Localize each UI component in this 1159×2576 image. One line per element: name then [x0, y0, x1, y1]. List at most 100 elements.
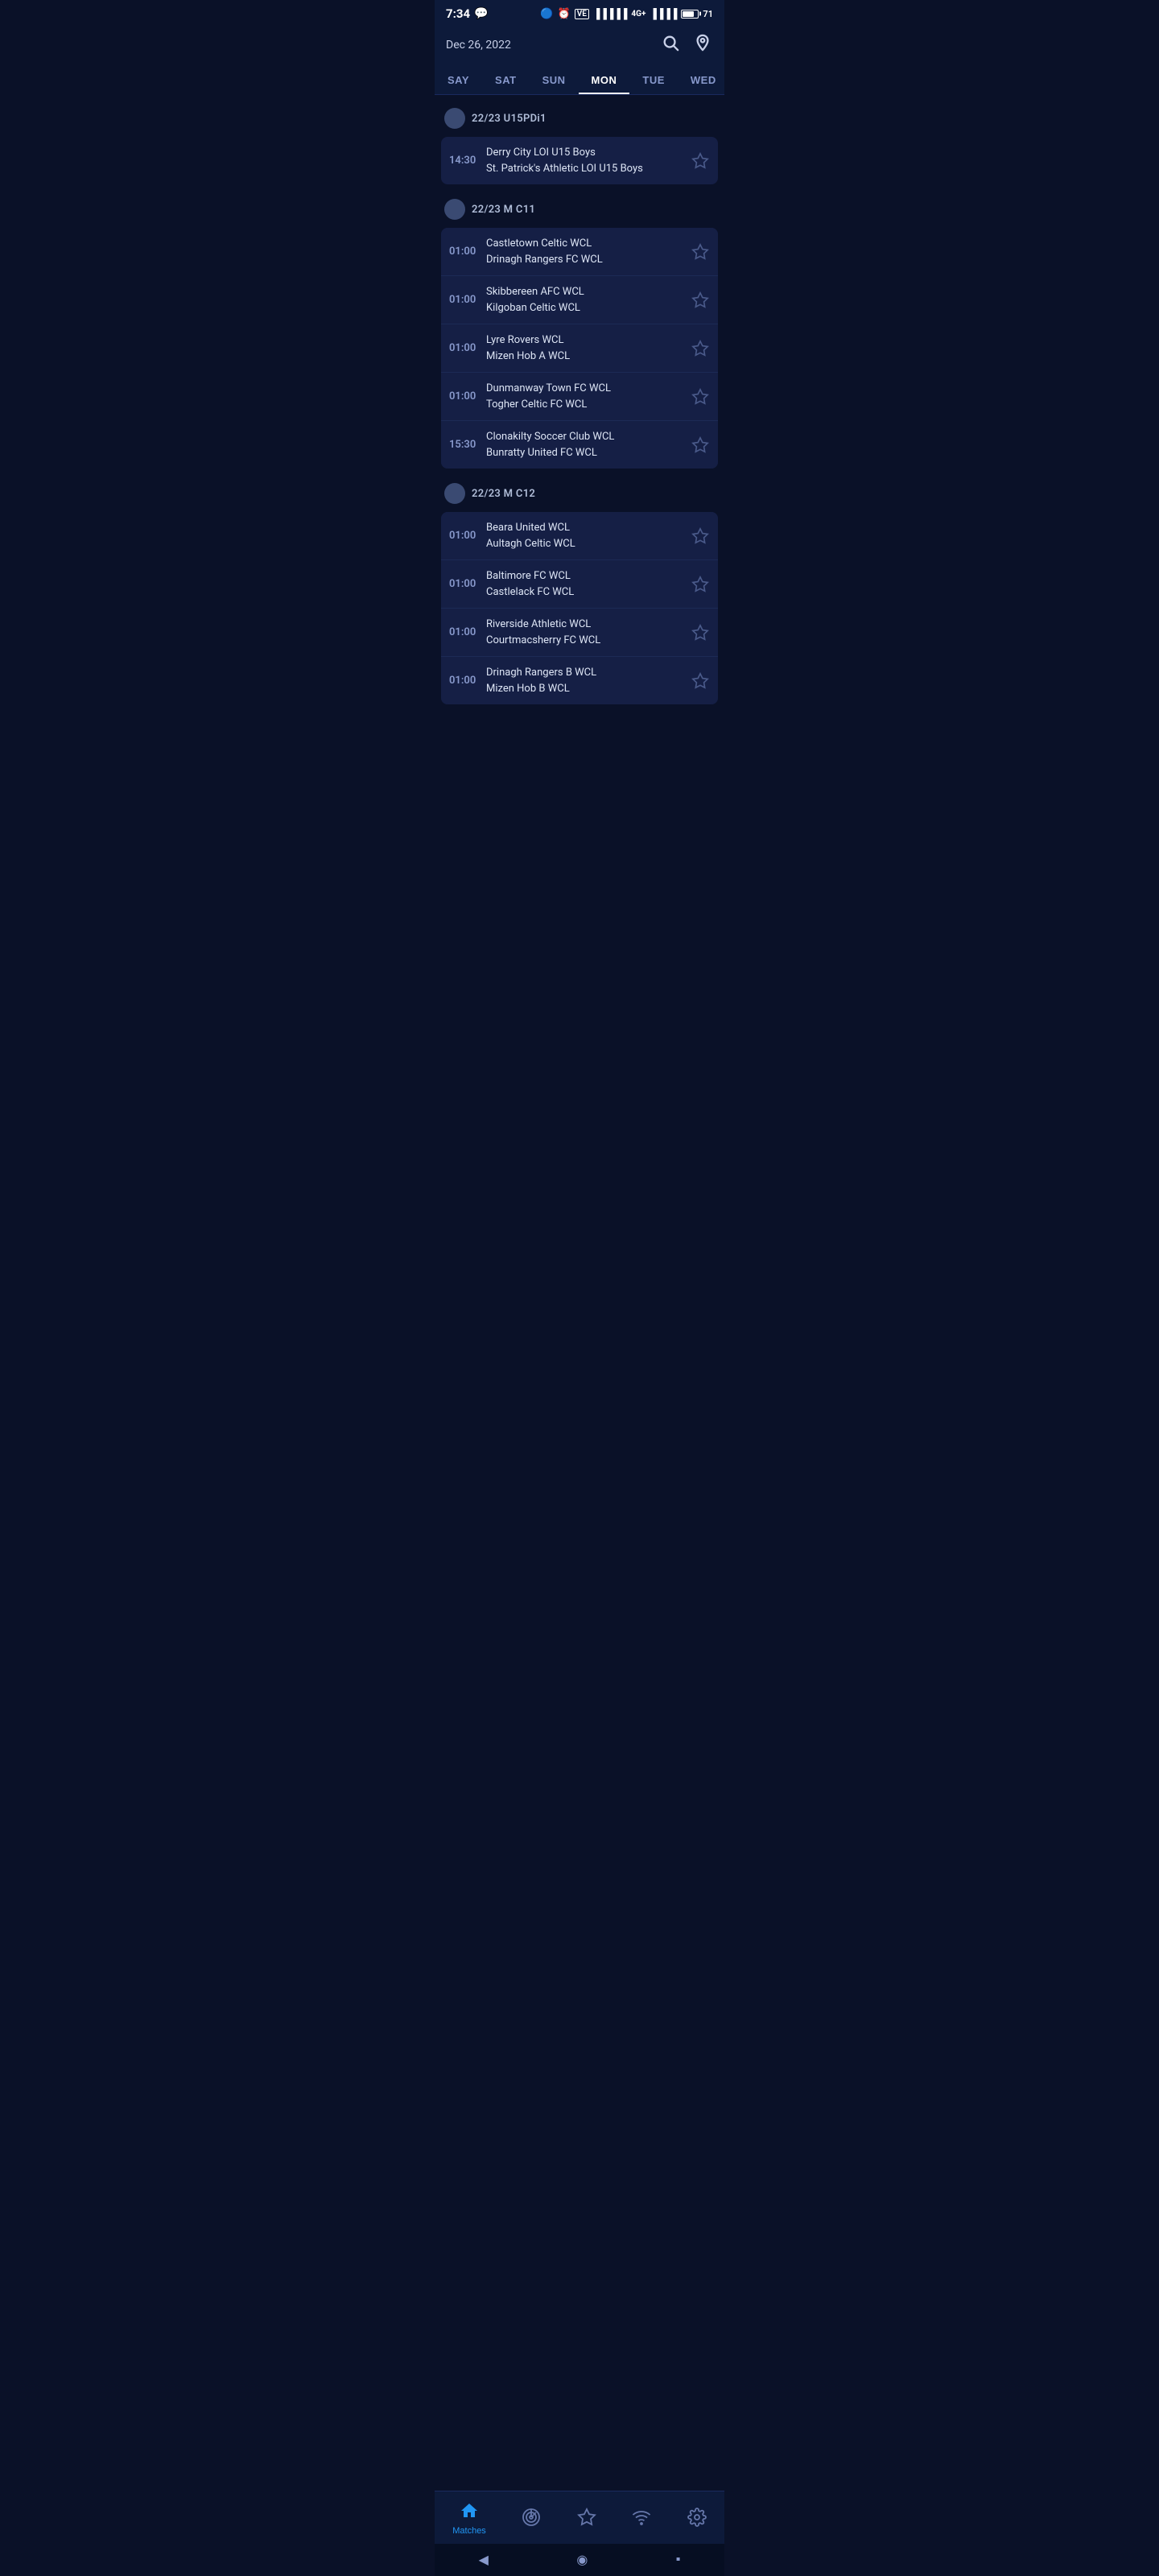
- favorite-star-button[interactable]: [691, 339, 710, 358]
- nav-matches-label: Matches: [452, 2526, 486, 2536]
- alarm-icon: ⏰: [558, 8, 571, 20]
- favorite-star-button[interactable]: [691, 291, 710, 310]
- battery-icon: [681, 10, 699, 19]
- match-teams: Baltimore FC WCL Castlelack FC WCL: [480, 568, 691, 600]
- day-tab-say[interactable]: SAY: [435, 66, 482, 94]
- match-teams: Dunmanway Town FC WCL Togher Celtic FC W…: [480, 381, 691, 412]
- location-button[interactable]: [692, 32, 713, 58]
- league-section-mc11: 22/23 M C11 01:00 Castletown Celtic WCL …: [441, 194, 718, 469]
- match-card[interactable]: 01:00 Dunmanway Town FC WCL Togher Celti…: [441, 373, 718, 421]
- nav-radar-button[interactable]: [514, 2506, 549, 2532]
- battery-percent: 71: [703, 9, 713, 19]
- match-time: 01:00: [449, 294, 480, 306]
- match-teams: Castletown Celtic WCL Drinagh Rangers FC…: [480, 236, 691, 267]
- match-time: 14:30: [449, 155, 480, 167]
- day-tab-tue[interactable]: TUE: [629, 66, 678, 94]
- android-home-button[interactable]: ◉: [576, 2552, 588, 2568]
- favorite-star-button[interactable]: [691, 387, 710, 407]
- match-card[interactable]: 01:00 Drinagh Rangers B WCL Mizen Hob B …: [441, 657, 718, 704]
- match-card[interactable]: 01:00 Baltimore FC WCL Castlelack FC WCL: [441, 560, 718, 609]
- away-team: Castlelack FC WCL: [486, 584, 684, 601]
- search-button[interactable]: [660, 32, 681, 58]
- favorite-star-button[interactable]: [691, 151, 710, 171]
- match-time: 01:00: [449, 530, 480, 542]
- home-icon: [460, 2501, 479, 2524]
- away-team: Kilgoban Celtic WCL: [486, 300, 684, 316]
- away-team: Bunratty United FC WCL: [486, 445, 684, 461]
- match-teams: Lyre Rovers WCL Mizen Hob A WCL: [480, 332, 691, 364]
- league-dot: [444, 483, 465, 504]
- match-card[interactable]: 15:30 Clonakilty Soccer Club WCL Bunratt…: [441, 421, 718, 469]
- bottom-navigation: Matches: [435, 2491, 724, 2544]
- favorite-star-button[interactable]: [691, 623, 710, 642]
- signal-icon: ▐▐▐▐▐: [593, 8, 628, 19]
- league-dot: [444, 199, 465, 220]
- match-time: 01:00: [449, 342, 480, 354]
- home-team: Lyre Rovers WCL: [486, 332, 684, 349]
- match-teams: Skibbereen AFC WCL Kilgoban Celtic WCL: [480, 284, 691, 316]
- away-team: Togher Celtic FC WCL: [486, 397, 684, 413]
- match-card[interactable]: 14:30 Derry City LOI U15 Boys St. Patric…: [441, 137, 718, 184]
- match-card[interactable]: 01:00 Lyre Rovers WCL Mizen Hob A WCL: [441, 324, 718, 373]
- android-navigation-bar: ◀ ◉ ▪: [435, 2544, 724, 2576]
- home-team: Skibbereen AFC WCL: [486, 284, 684, 300]
- header-date: Dec 26, 2022: [446, 39, 511, 52]
- league-card-mc11: 01:00 Castletown Celtic WCL Drinagh Rang…: [441, 228, 718, 469]
- away-team: Drinagh Rangers FC WCL: [486, 252, 684, 268]
- league-name-u15pdi1: 22/23 U15PDi1: [472, 113, 547, 125]
- home-team: Dunmanway Town FC WCL: [486, 381, 684, 397]
- favorite-star-button[interactable]: [691, 242, 710, 262]
- match-card[interactable]: 01:00 Riverside Athletic WCL Courtmacshe…: [441, 609, 718, 657]
- league-card-mc12: 01:00 Beara United WCL Aultagh Celtic WC…: [441, 512, 718, 704]
- favorites-icon: [577, 2508, 596, 2530]
- away-team: Mizen Hob B WCL: [486, 681, 684, 697]
- match-time: 01:00: [449, 626, 480, 638]
- league-dot: [444, 108, 465, 129]
- nav-matches-button[interactable]: Matches: [444, 2500, 494, 2537]
- match-teams: Clonakilty Soccer Club WCL Bunratty Unit…: [480, 429, 691, 460]
- favorite-star-button[interactable]: [691, 526, 710, 546]
- status-left: 7:34 💬: [446, 6, 488, 21]
- status-time: 7:34: [446, 6, 470, 21]
- empty-space: [441, 714, 718, 875]
- league-name-mc12: 22/23 M C12: [472, 488, 535, 500]
- settings-icon: [687, 2508, 707, 2530]
- home-team: Drinagh Rangers B WCL: [486, 665, 684, 681]
- away-team: Courtmacsherry FC WCL: [486, 633, 684, 649]
- nav-favorites-button[interactable]: [569, 2506, 604, 2532]
- nav-settings-button[interactable]: [679, 2506, 715, 2532]
- day-tab-sat[interactable]: SAT: [482, 66, 530, 94]
- android-recent-button[interactable]: ▪: [676, 2553, 681, 2567]
- header-icons: [660, 32, 713, 58]
- away-team: Aultagh Celtic WCL: [486, 536, 684, 552]
- feed-icon: [632, 2508, 651, 2530]
- home-team: Beara United WCL: [486, 520, 684, 536]
- ve-icon: VE: [575, 9, 589, 19]
- home-team: Riverside Athletic WCL: [486, 617, 684, 633]
- radar-icon: [522, 2508, 541, 2530]
- day-tab-mon[interactable]: MON: [579, 66, 630, 94]
- league-header-u15pdi1: 22/23 U15PDi1: [441, 103, 718, 134]
- match-card[interactable]: 01:00 Beara United WCL Aultagh Celtic WC…: [441, 512, 718, 560]
- league-section-mc12: 22/23 M C12 01:00 Beara United WCL Aulta…: [441, 478, 718, 704]
- day-tab-sun[interactable]: SUN: [530, 66, 579, 94]
- favorite-star-button[interactable]: [691, 436, 710, 455]
- android-back-button[interactable]: ◀: [479, 2552, 489, 2568]
- match-card[interactable]: 01:00 Skibbereen AFC WCL Kilgoban Celtic…: [441, 276, 718, 324]
- away-team: Mizen Hob A WCL: [486, 349, 684, 365]
- favorite-star-button[interactable]: [691, 575, 710, 594]
- favorite-star-button[interactable]: [691, 671, 710, 691]
- main-content: 22/23 U15PDi1 14:30 Derry City LOI U15 B…: [435, 95, 724, 956]
- match-time: 01:00: [449, 390, 480, 402]
- header: Dec 26, 2022: [435, 26, 724, 66]
- status-right: 🔵 ⏰ VE ▐▐▐▐▐ 4G+ ▐▐▐▐ 71: [540, 8, 713, 20]
- whatsapp-icon: 💬: [474, 7, 488, 20]
- bluetooth-icon: 🔵: [540, 8, 553, 20]
- day-tab-wed[interactable]: WED: [678, 66, 724, 94]
- network-icon: 4G+: [631, 10, 645, 19]
- nav-feed-button[interactable]: [624, 2506, 659, 2532]
- league-header-mc12: 22/23 M C12: [441, 478, 718, 509]
- match-card[interactable]: 01:00 Castletown Celtic WCL Drinagh Rang…: [441, 228, 718, 276]
- match-teams: Derry City LOI U15 Boys St. Patrick's At…: [480, 145, 691, 176]
- match-time: 01:00: [449, 578, 480, 590]
